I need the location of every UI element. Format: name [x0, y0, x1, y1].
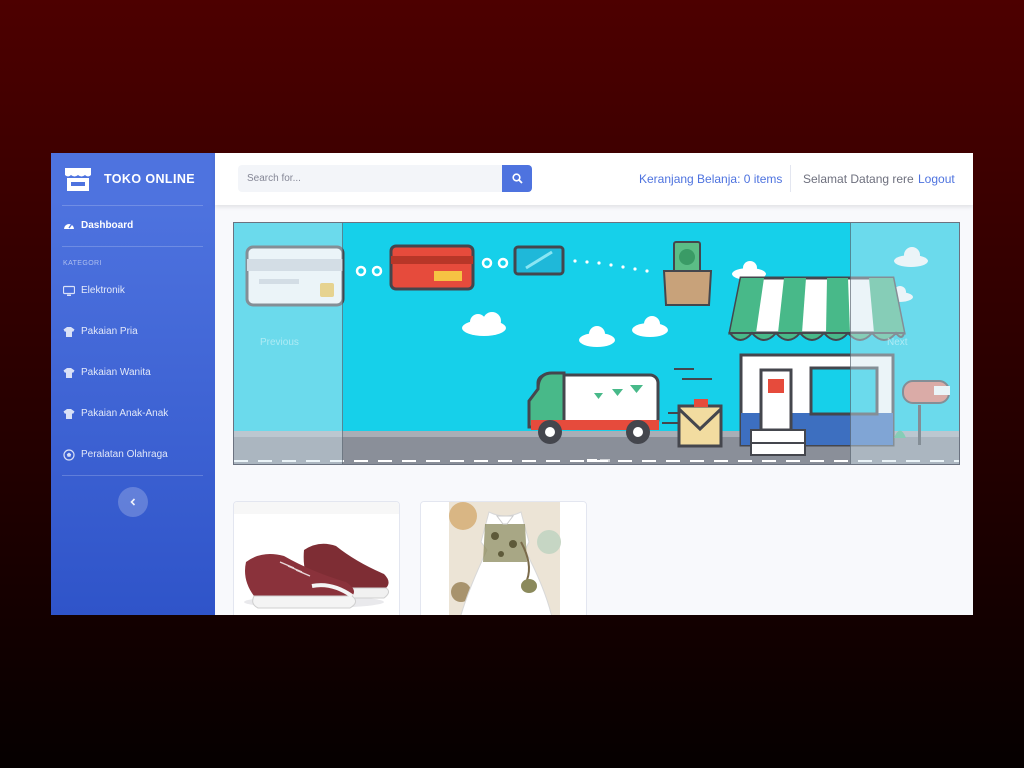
product-card[interactable]: [233, 501, 400, 615]
sidebar-item-elektronik[interactable]: Elektronik: [51, 279, 215, 303]
sidebar-item-label: Pakaian Pria: [81, 326, 138, 337]
sidebar-item-label: Peralatan Olahraga: [81, 449, 168, 460]
cart-link[interactable]: Keranjang Belanja: 0 items: [639, 172, 782, 186]
brand-name: TOKO ONLINE: [104, 172, 195, 186]
logout-link[interactable]: Logout: [918, 172, 955, 186]
welcome-text: Selamat Datang rere: [803, 172, 914, 186]
sidebar-item-label: Dashboard: [81, 220, 134, 231]
sidebar-item-label: Elektronik: [81, 285, 125, 296]
carousel-prev-button[interactable]: Previous: [234, 223, 343, 464]
carousel-indicators: [587, 459, 610, 462]
desktop-icon: [63, 285, 75, 296]
banner-carousel: Previous Next: [233, 222, 960, 465]
sidebar-brand[interactable]: TOKO ONLINE: [51, 153, 215, 205]
carousel-next-button[interactable]: Next: [850, 223, 959, 464]
search-button[interactable]: [502, 165, 532, 192]
carousel-next-label: Next: [887, 337, 908, 348]
tshirt-icon: [63, 327, 75, 337]
product-image-sneakers: [234, 502, 399, 615]
chevron-left-icon: [130, 498, 136, 506]
product-card[interactable]: [420, 501, 587, 615]
sidebar-toggle-button[interactable]: [118, 487, 148, 517]
sidebar-item-label: Pakaian Wanita: [81, 367, 151, 378]
sidebar-heading: KATEGORI: [63, 260, 102, 267]
sidebar-divider: [62, 205, 203, 206]
app-window: TOKO ONLINE Dashboard KATEGORI Elektroni…: [51, 153, 973, 615]
search-icon: [511, 173, 523, 184]
tshirt-icon: [63, 409, 75, 419]
topbar-divider: [790, 165, 791, 192]
carousel-indicator[interactable]: [600, 459, 610, 462]
sidebar-divider: [62, 475, 203, 476]
carousel-prev-label: Previous: [260, 337, 299, 348]
store-icon: [65, 168, 91, 191]
sidebar: TOKO ONLINE Dashboard KATEGORI Elektroni…: [51, 153, 215, 615]
tachometer-icon: [64, 224, 74, 229]
product-image-dress: [421, 502, 586, 615]
football-icon: [63, 449, 75, 461]
sidebar-item-dashboard[interactable]: Dashboard: [51, 214, 215, 238]
carousel-indicator[interactable]: [587, 459, 597, 462]
sidebar-divider: [62, 246, 203, 247]
search-input[interactable]: [238, 165, 502, 192]
sidebar-item-label: Pakaian Anak-Anak: [81, 408, 169, 419]
sidebar-item-pakaian-pria[interactable]: Pakaian Pria: [51, 320, 215, 344]
sidebar-item-peralatan-olahraga[interactable]: Peralatan Olahraga: [51, 443, 215, 467]
sidebar-item-pakaian-wanita[interactable]: Pakaian Wanita: [51, 361, 215, 385]
topbar: Keranjang Belanja: 0 items Selamat Datan…: [215, 153, 973, 205]
tshirt-icon: [63, 368, 75, 378]
sidebar-item-pakaian-anak-anak[interactable]: Pakaian Anak-Anak: [51, 402, 215, 426]
